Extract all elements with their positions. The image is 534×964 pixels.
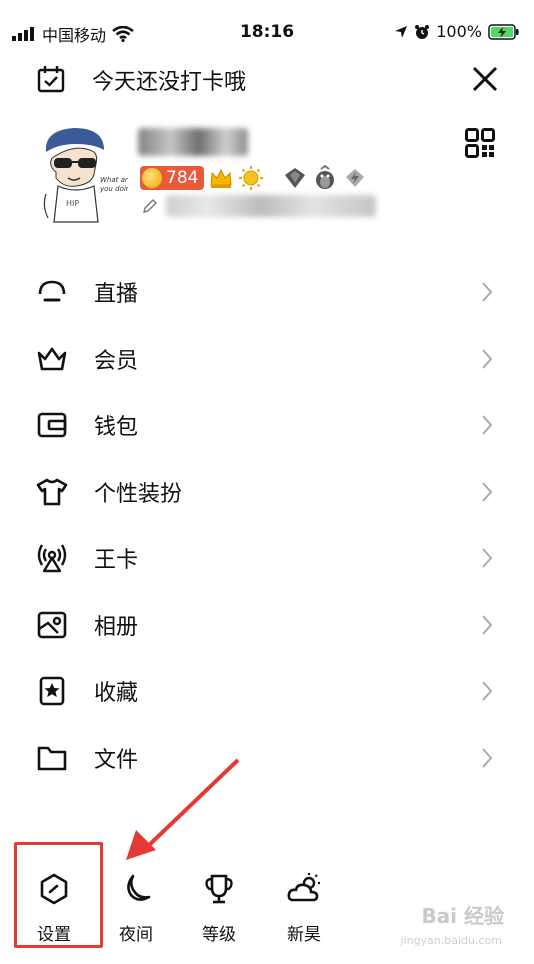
menu-label: 王卡 [94,548,139,574]
signature-row[interactable] [142,195,376,217]
chevron-right-icon [482,415,493,435]
chevron-right-icon [482,482,493,502]
menu-item-king-card[interactable]: 王卡 [0,525,534,592]
checkin-prompt[interactable]: 今天还没打卡哦 [92,64,246,96]
menu-item-files[interactable]: 文件 [0,725,534,792]
folder-icon [37,746,67,771]
annotation-highlight-box [14,842,103,948]
lightning-badge-icon [346,169,365,187]
weather-sun-cloud-icon [287,873,320,902]
diamond-badge-icon [285,168,306,188]
chevron-right-icon [482,681,493,701]
night-mode-label: 夜间 [119,925,153,945]
level-trophy-icon [205,874,233,904]
shirt-icon [36,478,68,506]
menu-item-album[interactable]: 相册 [0,592,534,659]
sun-level-icon [239,166,264,190]
menu-label: 会员 [94,348,139,374]
chevron-right-icon [482,615,493,635]
photo-album-icon [37,611,67,639]
chevron-right-icon [482,748,493,768]
svg-text:you doing?: you doing? [99,185,128,193]
menu-item-live[interactable]: 直播 [0,259,534,326]
side-menu: 直播 会员 钱包 个性装扮 王卡 相册 收藏 文件 [0,259,534,791]
night-mode-button[interactable]: 夜间 [106,872,166,945]
chevron-right-icon [482,349,493,369]
profile-badges: 784 [140,165,368,191]
annotation-arrow [126,758,240,860]
pencil-icon [143,199,157,213]
location-arrow-icon [395,25,408,38]
live-icon [38,280,66,302]
qr-code-icon[interactable] [465,128,495,158]
svg-text:HIP: HIP [66,199,79,208]
chevron-right-icon [482,548,493,568]
coin-badge[interactable]: 784 [140,166,205,190]
penguin-badge-icon [316,165,335,189]
moon-icon [127,874,151,901]
avatar[interactable]: What are you doing? HIP [24,122,128,226]
menu-item-personalize[interactable]: 个性装扮 [0,459,534,526]
signal-tower-icon [37,544,67,573]
battery-charging-icon [488,23,519,40]
coin-icon [142,168,162,188]
weather-label: 新昊 [287,925,321,945]
status-bar-right: 100% [394,22,520,41]
menu-item-favorites[interactable]: 收藏 [0,658,534,725]
weather-button[interactable]: 新昊 [274,872,334,945]
menu-label: 收藏 [94,681,139,707]
menu-item-wallet[interactable]: 钱包 [0,392,534,459]
signature-blurred [166,195,376,217]
crown-level-icon [210,168,232,188]
level-button[interactable]: 等级 [189,872,249,945]
level-label: 等级 [202,925,236,945]
bookmark-star-icon [39,676,65,706]
watermark-url: jingyan.baidu.com [400,934,502,947]
battery-percentage: 100% [436,22,482,41]
close-icon[interactable] [468,62,502,96]
coin-count: 784 [166,168,199,188]
alarm-clock-icon [415,24,430,39]
checkin-header: 今天还没打卡哦 [0,58,534,102]
watermark-brand: Bai 经验 [421,904,504,928]
svg-text:What are: What are [100,176,128,184]
calendar-check-icon[interactable] [36,64,66,94]
menu-label: 钱包 [94,415,139,441]
nickname-blurred [138,128,248,156]
menu-item-vip[interactable]: 会员 [0,326,534,393]
crown-icon [37,347,67,371]
menu-label: 个性装扮 [94,481,183,507]
chevron-right-icon [482,282,493,302]
menu-label: 相册 [94,614,139,640]
status-bar: 中国移动 18:16 100% [0,0,534,60]
menu-label: 直播 [94,282,139,308]
wallet-icon [37,412,67,438]
